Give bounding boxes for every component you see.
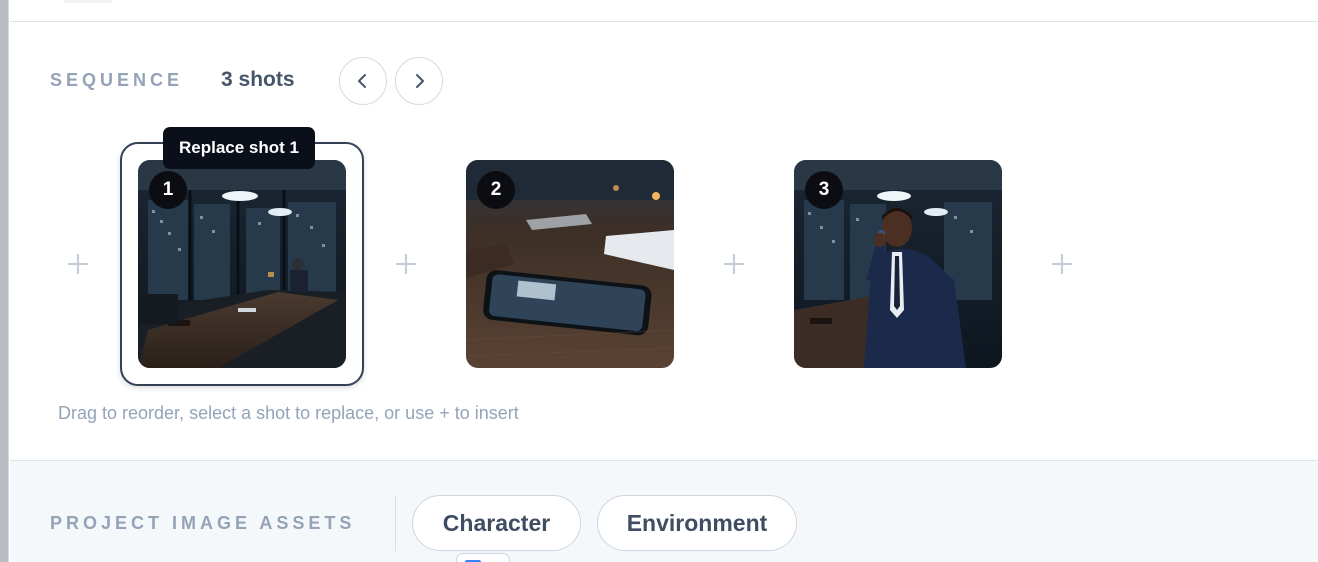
shot-number-badge-3: 3 <box>805 171 843 209</box>
shot-thumbnail-1[interactable]: 1 <box>138 160 346 368</box>
insert-shot-button-1[interactable] <box>65 251 91 277</box>
insert-shot-button-2[interactable] <box>393 251 419 277</box>
plus-icon <box>396 254 416 274</box>
tab-environment[interactable]: Environment <box>597 495 797 551</box>
insert-shot-button-4[interactable] <box>1049 251 1075 277</box>
assets-divider <box>395 495 396 551</box>
shot-count: 3 shots <box>221 68 295 91</box>
chevron-left-icon <box>358 74 366 88</box>
asset-item-peek[interactable] <box>456 553 510 562</box>
top-toolbar-strip <box>10 0 1318 22</box>
insert-shot-button-3[interactable] <box>721 251 747 277</box>
replace-shot-tooltip: Replace shot 1 <box>163 127 315 169</box>
previous-button[interactable] <box>339 57 387 105</box>
toolbar-stub <box>62 0 114 3</box>
project-image-assets-panel: PROJECT IMAGE ASSETS Character Environme… <box>10 460 1318 562</box>
sequence-panel: SEQUENCE 3 shots 1 2 3 Replace shot 1 Dr… <box>10 23 1318 460</box>
plus-icon <box>68 254 88 274</box>
shot-thumbnail-2[interactable]: 2 <box>466 160 674 368</box>
chevron-right-icon <box>416 74 424 88</box>
shot-number-badge-2: 2 <box>477 171 515 209</box>
window-edge <box>0 0 9 562</box>
next-button[interactable] <box>395 57 443 105</box>
sequence-hint: Drag to reorder, select a shot to replac… <box>58 403 519 423</box>
tab-character[interactable]: Character <box>412 495 581 551</box>
plus-icon <box>1052 254 1072 274</box>
plus-icon <box>724 254 744 274</box>
shot-number-badge-1: 1 <box>149 171 187 209</box>
assets-label: PROJECT IMAGE ASSETS <box>50 513 356 533</box>
shot-thumbnail-3[interactable]: 3 <box>794 160 1002 368</box>
sequence-label: SEQUENCE <box>50 70 184 90</box>
